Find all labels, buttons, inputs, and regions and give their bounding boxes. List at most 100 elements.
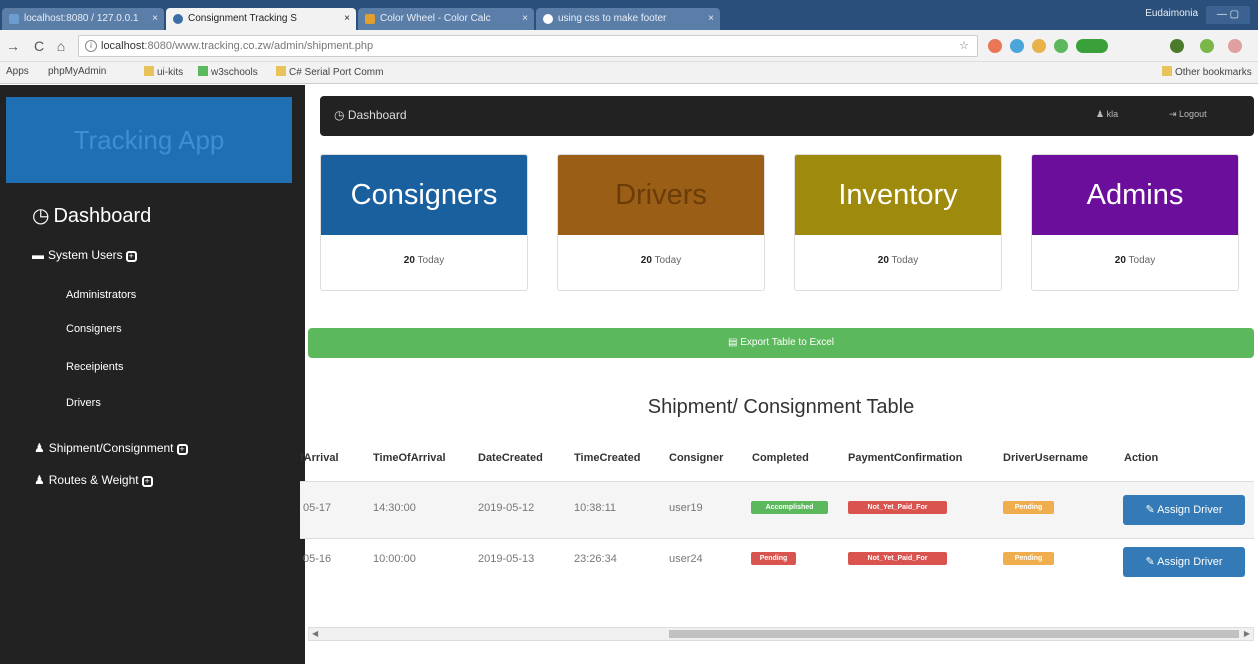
user-menu[interactable]: ♟ kla	[1096, 109, 1118, 120]
extension-icon[interactable]	[1228, 39, 1242, 53]
close-tab-icon[interactable]: ×	[344, 8, 350, 30]
browser-tab[interactable]: using css to make footer ×	[536, 8, 720, 30]
bookmark-serial-port[interactable]: C# Serial Port Comm	[276, 66, 383, 78]
browser-tab-bar: localhost:8080 / 127.0.0.1 × Consignment …	[0, 0, 1258, 30]
url-input[interactable]: i localhost:8080/www.tracking.co.zw/admi…	[78, 35, 978, 57]
card-title: Consigners	[321, 155, 527, 235]
extension-icon[interactable]	[1010, 39, 1024, 53]
favicon-icon	[173, 14, 183, 24]
sidebar-item-drivers[interactable]: Drivers	[66, 397, 101, 409]
navbar-title[interactable]: ◷ Dashboard	[334, 108, 407, 122]
sidebar: Tracking App ◷ Dashboard ▬ System Users + A…	[0, 85, 305, 664]
briefcase-icon: ▬	[32, 248, 44, 262]
bookmark-w3schools[interactable]: w3schools	[198, 66, 258, 78]
brand-logo[interactable]: Tracking App	[6, 97, 292, 183]
cell-consigner: user24	[669, 553, 703, 565]
info-icon: i	[85, 40, 97, 52]
sidebar-item-administrators[interactable]: Administrators	[66, 289, 136, 301]
export-icon: ▤	[728, 337, 741, 348]
card-consigners[interactable]: Consigners 20 Today	[320, 154, 528, 291]
expand-icon[interactable]: +	[141, 476, 153, 487]
sidebar-item-receipients[interactable]: Receipients	[66, 361, 123, 373]
url-host: localhost	[101, 40, 145, 52]
column-header[interactable]: Consigner	[669, 452, 723, 464]
logout-link[interactable]: ⇥ Logout	[1169, 109, 1207, 120]
bookmark-apps[interactable]: Apps	[6, 66, 29, 77]
status-badge: Accomplished	[751, 501, 828, 514]
extension-icon[interactable]	[988, 39, 1002, 53]
address-bar-row: → C ⌂ i localhost:8080/www.tracking.co.z…	[0, 30, 1258, 62]
cell-time-arrival: 14:30:00	[373, 502, 416, 514]
sidebar-item-system-users[interactable]: ▬ System Users +	[32, 248, 137, 262]
sidebar-item-consigners[interactable]: Consigners	[66, 323, 122, 335]
close-tab-icon[interactable]: ×	[708, 8, 714, 30]
sidebar-item-routes[interactable]: ♟ Routes & Weight +	[34, 473, 153, 487]
window-controls[interactable]: — ▢	[1206, 6, 1250, 24]
folder-icon	[198, 66, 208, 76]
column-header[interactable]: PaymentConfirmation	[848, 452, 962, 464]
card-admins[interactable]: Admins 20 Today	[1031, 154, 1239, 291]
cell-date-created: 2019-05-12	[478, 502, 535, 514]
card-footer: 20 Today	[640, 255, 682, 266]
expand-icon[interactable]: +	[125, 251, 137, 262]
export-excel-button[interactable]: ▤ Export Table to Excel	[308, 328, 1254, 358]
tab-label: Color Wheel - Color Calc	[380, 13, 491, 24]
extension-icon[interactable]	[1032, 39, 1046, 53]
column-header[interactable]: Completed	[752, 452, 809, 464]
tab-label: using css to make footer	[558, 13, 667, 24]
favicon-icon	[9, 14, 19, 24]
card-drivers[interactable]: Drivers 20 Today	[557, 154, 765, 291]
bookmark-ui-kits[interactable]: ui-kits	[144, 66, 183, 78]
user-icon: ♟	[1096, 109, 1107, 119]
column-header[interactable]: fArrival	[300, 452, 339, 464]
extension-icon[interactable]	[1170, 39, 1184, 53]
dashboard-icon: ◷	[334, 108, 348, 122]
close-tab-icon[interactable]: ×	[522, 8, 528, 30]
tab-label: localhost:8080 / 127.0.0.1	[24, 13, 139, 24]
favicon-icon	[543, 14, 553, 24]
table-title: Shipment/ Consignment Table	[647, 396, 915, 418]
cell-consigner: user19	[669, 502, 703, 514]
card-inventory[interactable]: Inventory 20 Today	[794, 154, 1002, 291]
bookmark-phpmyadmin[interactable]: phpMyAdmin	[48, 66, 106, 77]
cell-arrival: 05-16	[303, 553, 332, 565]
column-header[interactable]: DateCreated	[478, 452, 543, 464]
back-icon[interactable]: →	[6, 38, 20, 54]
assign-driver-button[interactable]: ✎ Assign Driver	[1123, 495, 1245, 525]
scroll-right-icon[interactable]: ▶	[1244, 629, 1250, 638]
horizontal-scrollbar[interactable]: ◀ ▶	[308, 627, 1254, 641]
edit-icon: ✎	[1145, 504, 1158, 516]
column-header[interactable]: DriverUsername	[1003, 452, 1088, 464]
scrollbar-thumb[interactable]	[669, 630, 1239, 638]
column-header[interactable]: TimeOfArrival	[373, 452, 446, 464]
bookmarks-bar: Apps phpMyAdmin ui-kits w3schools C# Ser…	[0, 62, 1258, 84]
column-header[interactable]: Action	[1124, 452, 1158, 464]
edit-icon: ✎	[1145, 556, 1158, 568]
favicon-icon	[365, 14, 375, 24]
browser-tab-active[interactable]: Consignment Tracking S ×	[166, 8, 356, 30]
status-badge: Not_Yet_Paid_For	[848, 552, 947, 565]
home-icon[interactable]: ⌂	[54, 38, 68, 54]
cell-arrival: 05-17	[303, 502, 332, 514]
folder-icon	[144, 66, 154, 76]
cell-time-created: 10:38:11	[574, 502, 617, 514]
assign-driver-button[interactable]: ✎ Assign Driver	[1123, 547, 1245, 577]
browser-tab[interactable]: Color Wheel - Color Calc ×	[358, 8, 534, 30]
bookmark-other[interactable]: Other bookmarks	[1162, 66, 1252, 78]
browser-tab[interactable]: localhost:8080 / 127.0.0.1 ×	[2, 8, 164, 30]
close-tab-icon[interactable]: ×	[152, 8, 158, 30]
toggle-extension-icon[interactable]	[1076, 39, 1108, 53]
expand-icon[interactable]: +	[176, 444, 188, 455]
cell-time-arrival: 10:00:00	[373, 553, 416, 565]
column-header[interactable]: TimeCreated	[574, 452, 640, 464]
sidebar-item-dashboard[interactable]: ◷ Dashboard	[32, 203, 151, 228]
user-icon: ♟	[34, 473, 45, 487]
sidebar-item-shipment[interactable]: ♟ Shipment/Consignment +	[34, 441, 188, 455]
extension-icon[interactable]	[1200, 39, 1214, 53]
dashboard-icon: ◷	[32, 205, 50, 227]
scroll-left-icon[interactable]: ◀	[312, 629, 318, 638]
star-icon[interactable]: ☆	[959, 36, 969, 56]
extension-icon[interactable]	[1054, 39, 1068, 53]
card-title: Inventory	[795, 155, 1001, 235]
reload-icon[interactable]: C	[32, 38, 46, 54]
